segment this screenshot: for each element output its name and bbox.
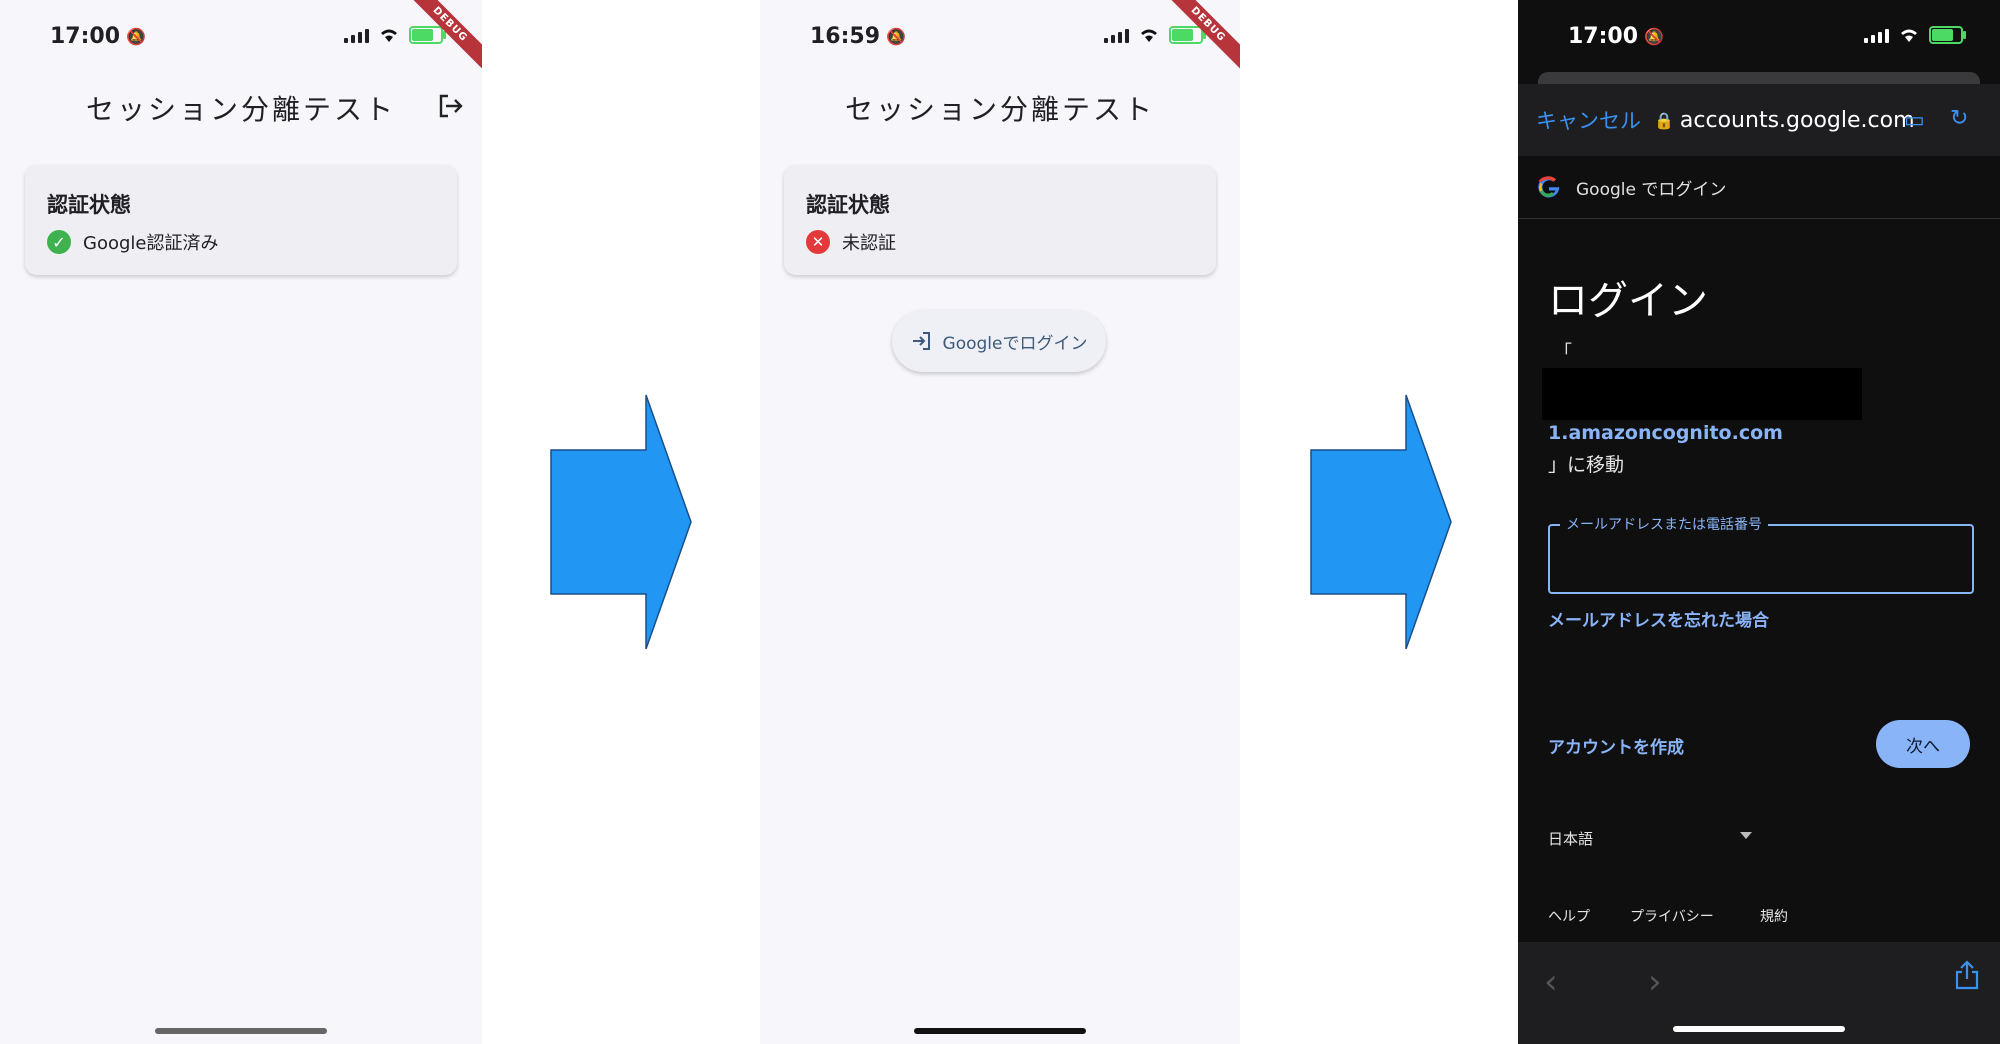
debug-banner: DEBUG [392, 0, 482, 90]
auth-status-card: 認証状態 ✓ Google認証済み [25, 165, 457, 275]
battery-icon [1929, 26, 1966, 44]
error-circle-icon: ✕ [806, 230, 830, 254]
back-icon[interactable]: ‹ [1544, 962, 1558, 1002]
signal-icon [344, 27, 369, 43]
card-title: 認証状態 [806, 193, 890, 217]
phone-screen-authenticated: 17:00 🔕 DEBUG セッション分離テスト 認証状態 ✓ Google認証… [0, 0, 482, 1044]
status-bar-time: 17:00 🔕 [1568, 24, 1664, 49]
status-bar-time: 17:00 🔕 [50, 24, 146, 49]
share-icon[interactable] [1954, 960, 1980, 990]
forward-icon[interactable]: › [1648, 962, 1662, 1002]
bell-muted-icon: 🔕 [886, 27, 906, 46]
auth-status-row: ✕ 未認証 [806, 229, 896, 255]
debug-label: DEBUG [401, 0, 482, 73]
bell-muted-icon: 🔕 [126, 27, 146, 46]
app-title: セッション分離テスト [85, 93, 396, 126]
help-link[interactable]: ヘルプ [1548, 906, 1590, 926]
wifi-icon [1901, 29, 1917, 42]
privacy-link[interactable]: プライバシー [1630, 906, 1714, 926]
signal-icon [1864, 27, 1889, 43]
open-bracket: 「 [1554, 342, 1572, 363]
create-account-link[interactable]: アカウントを作成 [1548, 733, 1684, 758]
cancel-button[interactable]: キャンセル [1536, 105, 1641, 135]
home-indicator [914, 1028, 1086, 1034]
url-display[interactable]: 🔒 accounts.google.com [1654, 108, 1915, 133]
browser-bottom-bar: ‹ › [1518, 942, 2000, 1044]
reload-icon[interactable]: ↻ [1950, 106, 1974, 131]
redacted-block [1542, 368, 1862, 420]
google-logo-icon [1538, 176, 1560, 198]
terms-link[interactable]: 規約 [1760, 906, 1788, 926]
email-field[interactable] [1554, 530, 1968, 588]
status-bar-time: 16:59 🔕 [810, 24, 906, 49]
google-login-button[interactable]: Googleでログイン [892, 310, 1106, 372]
flow-arrow-2 [1310, 394, 1452, 650]
browser-toolbar: キャンセル 🔒 accounts.google.com ▭ ↻ [1518, 84, 2000, 156]
forgot-email-link[interactable]: メールアドレスを忘れた場合 [1548, 606, 1769, 631]
status-time: 17:00 [50, 24, 121, 49]
reader-icon[interactable]: ▭ [1904, 108, 1928, 133]
login-icon [912, 332, 930, 350]
caret-down-icon[interactable] [1740, 832, 1752, 839]
home-indicator [155, 1028, 327, 1034]
url-text: accounts.google.com [1679, 107, 1915, 133]
debug-label: DEBUG [1159, 0, 1240, 73]
move-text: 」に移動 [1548, 454, 1625, 476]
home-indicator [1673, 1026, 1845, 1032]
status-time: 17:00 [1568, 24, 1639, 49]
debug-banner: DEBUG [1150, 0, 1240, 90]
login-heading: ログイン [1548, 278, 1708, 324]
phone-screen-google-login: 17:00 🔕 キャンセル 🔒 accounts.google.com ▭ ↻ … [1518, 0, 2000, 1044]
status-icons [1864, 26, 1966, 44]
bell-muted-icon: 🔕 [1644, 27, 1664, 46]
google-signin-header: Google でログイン [1518, 156, 2000, 219]
signal-icon [1104, 27, 1129, 43]
phone-screen-unauthenticated: 16:59 🔕 DEBUG セッション分離テスト 認証状態 ✕ 未認証 Goog… [760, 0, 1240, 1044]
auth-status-text: 未認証 [842, 233, 896, 254]
auth-status-text: Google認証済み [83, 233, 219, 254]
status-time: 16:59 [810, 24, 881, 49]
email-field-box[interactable]: メールアドレスまたは電話番号 [1548, 514, 1974, 594]
language-select[interactable]: 日本語 [1548, 828, 1593, 849]
flow-arrow-1 [550, 394, 692, 650]
destination-domain[interactable]: 1.amazoncognito.com [1548, 422, 1783, 444]
logout-icon[interactable] [436, 92, 464, 120]
card-title: 認証状態 [47, 193, 131, 217]
app-title: セッション分離テスト [844, 93, 1155, 126]
next-button[interactable]: 次へ [1876, 720, 1970, 768]
google-login-label: Googleでログイン [942, 333, 1088, 354]
auth-status-row: ✓ Google認証済み [47, 229, 218, 255]
google-signin-title: Google でログイン [1576, 179, 1727, 200]
lock-icon: 🔒 [1654, 110, 1674, 130]
check-circle-icon: ✓ [47, 230, 71, 254]
auth-status-card: 認証状態 ✕ 未認証 [784, 165, 1216, 275]
